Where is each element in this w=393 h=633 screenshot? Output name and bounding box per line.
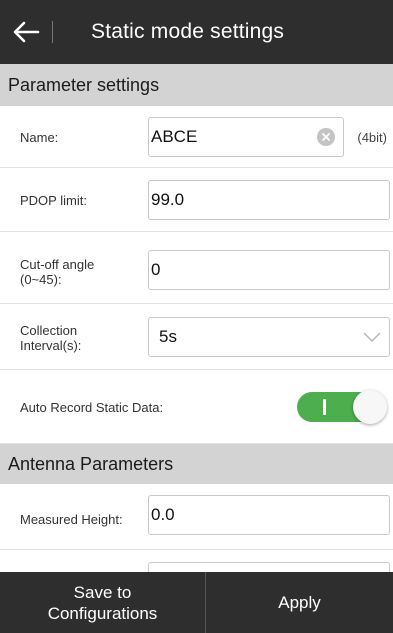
pdop-limit-row: PDOP limit: 99.0: [0, 168, 393, 232]
back-button[interactable]: [0, 0, 52, 64]
auto-record-row: Auto Record Static Data:: [0, 370, 393, 444]
measured-height-value: 0.0: [151, 505, 175, 524]
cutoff-angle-input[interactable]: 0: [148, 250, 390, 290]
name-row: Name: ABCE (4bit): [0, 106, 393, 168]
save-label-line1: Save to: [73, 582, 132, 602]
page-title: Static mode settings: [91, 20, 285, 43]
arrow-left-icon: [13, 21, 40, 43]
static-mode-settings-screen: Static mode settings Parameter settings …: [0, 0, 393, 633]
collection-interval-label: Collection Interval(s):: [20, 323, 81, 353]
cutoff-angle-label: Cut-off angle (0~45):: [20, 257, 94, 287]
pdop-limit-label: PDOP limit:: [20, 193, 87, 208]
section-parameter-settings: Parameter settings: [0, 64, 393, 106]
name-input[interactable]: ABCE: [148, 117, 344, 157]
collection-interval-label-line2: Interval(s):: [20, 338, 82, 353]
collection-interval-label-line1: Collection: [20, 323, 78, 338]
collection-interval-row: Collection Interval(s): 5s: [0, 304, 393, 370]
measured-height-row: Measured Height: 0.0: [0, 484, 393, 550]
save-to-configurations-button[interactable]: Save to Configurations: [0, 572, 205, 633]
pdop-limit-input[interactable]: 99.0: [148, 180, 390, 220]
auto-record-label: Auto Record Static Data:: [20, 400, 164, 415]
bottom-action-bar: Save to Configurations Apply: [0, 572, 393, 633]
auto-record-toggle[interactable]: [297, 390, 389, 424]
apply-button[interactable]: Apply: [206, 572, 393, 633]
measured-height-input[interactable]: 0.0: [148, 495, 390, 535]
toggle-on-mark-icon: [323, 399, 326, 415]
collection-interval-value: 5s: [159, 327, 177, 346]
measured-height-label: Measured Height:: [20, 512, 123, 527]
name-value: ABCE: [151, 127, 198, 146]
collection-interval-select[interactable]: 5s: [148, 317, 390, 357]
name-length-hint: (4bit): [357, 130, 387, 145]
clear-icon[interactable]: [317, 128, 335, 146]
chevron-down-icon: [363, 332, 381, 342]
cutoff-angle-row: Cut-off angle (0~45): 0: [0, 232, 393, 304]
section-antenna-parameters: Antenna Parameters: [0, 444, 393, 484]
app-header: Static mode settings: [0, 0, 393, 64]
close-icon: [322, 133, 330, 141]
pdop-limit-value: 99.0: [151, 190, 185, 209]
toggle-knob: [353, 390, 387, 424]
save-label-line2: Configurations: [47, 603, 158, 623]
cutoff-angle-value: 0: [151, 260, 161, 279]
cutoff-angle-label-line2: (0~45):: [20, 272, 62, 287]
name-label: Name:: [20, 130, 59, 145]
header-divider: [52, 21, 53, 43]
cutoff-angle-label-line1: Cut-off angle: [20, 257, 95, 272]
